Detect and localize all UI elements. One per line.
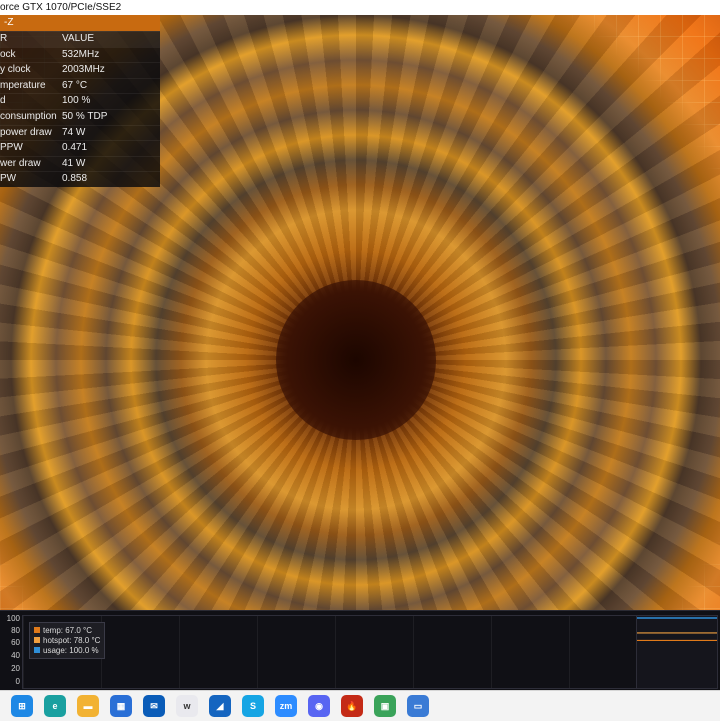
legend-item-hotspot: hotspot: 78.0 °C [34, 635, 100, 645]
legend-label: hotspot: 78.0 °C [43, 635, 101, 645]
legend-item-usage: usage: 100.0 % [34, 645, 100, 655]
overlay-row: consumption 50 % TDP [0, 108, 160, 125]
overlay-row: y clock 2003MHz [0, 62, 160, 78]
discord-icon[interactable]: ◉ [308, 695, 330, 717]
overlay-row-value: 74 W [62, 126, 86, 138]
overlay-row-label: wer draw [0, 157, 41, 169]
overlay-row-label: consumption [0, 110, 57, 122]
overlay-row: PW 0.858 [0, 171, 160, 187]
y-tick: 40 [11, 651, 20, 660]
legend-label: usage: 100.0 % [43, 645, 99, 655]
graph-lines-svg [637, 617, 717, 642]
overlay-row: d 100 % [0, 93, 160, 109]
legend-label: temp: 67.0 °C [43, 625, 92, 635]
taskbar: ⊞ e ▬ ▦ ✉ w ◢ Szm ◉ 🔥 ▣ ▭ [0, 690, 720, 721]
legend-item-temp: temp: 67.0 °C [34, 625, 100, 635]
whatsapp-web-icon[interactable]: w [176, 695, 198, 717]
y-tick: 60 [11, 638, 20, 647]
overlay-row-value: 532MHz [62, 48, 100, 60]
overlay-row-label: y clock [0, 64, 31, 76]
mail-icon[interactable]: ✉ [143, 695, 165, 717]
overlay-row: power draw 74 W [0, 124, 160, 141]
gpu-z-icon[interactable]: ▣ [374, 695, 396, 717]
zoom-icon[interactable]: zm [275, 695, 297, 717]
legend-swatch [34, 647, 40, 653]
photos-icon[interactable]: ◢ [209, 695, 231, 717]
furmark-icon[interactable]: 🔥 [341, 695, 363, 717]
overlay-row: mperature 67 °C [0, 77, 160, 94]
overlay-title: -Z [0, 15, 160, 31]
overlay-row-label: ock [0, 48, 16, 60]
store-icon[interactable]: ▦ [110, 695, 132, 717]
y-tick: 20 [11, 664, 20, 673]
window-title: orce GTX 1070/PCIe/SSE2 [0, 2, 122, 13]
gpu-z-overlay: -Z R VALUE ock 532MHz y clock 2003MHz mperat… [0, 15, 160, 187]
overlay-row-value: 0.858 [62, 173, 88, 185]
legend-swatch [34, 627, 40, 633]
overlay-row-value: 67 °C [62, 79, 88, 91]
graph-plot-area[interactable]: temp: 67.0 °C hotspot: 78.0 °C usage: 10… [22, 615, 718, 689]
overlay-header-sensor: R [0, 33, 8, 44]
monitoring-graph: 100 80 60 40 20 0 temp: 67.0 °C hotspot:… [0, 610, 720, 691]
active-window-icon[interactable]: ▭ [407, 695, 429, 717]
overlay-row-label: mperature [0, 79, 46, 91]
overlay-row-label: PW [0, 173, 17, 185]
graph-legend: temp: 67.0 °C hotspot: 78.0 °C usage: 10… [29, 622, 106, 659]
overlay-row: wer draw 41 W [0, 155, 160, 172]
edge-browser-icon[interactable]: e [44, 695, 66, 717]
overlay-header-value: VALUE [62, 33, 95, 44]
overlay-row-label: PPW [0, 142, 23, 154]
y-tick: 80 [11, 626, 20, 635]
overlay-header-row: R VALUE [0, 31, 160, 47]
windows-start-icon[interactable]: ⊞ [11, 695, 33, 717]
graph-lines-panel [636, 616, 717, 688]
skype-icon[interactable]: S [242, 695, 264, 717]
overlay-row-value: 2003MHz [62, 64, 105, 76]
graph-y-axis: 100 80 60 40 20 0 [0, 611, 22, 691]
y-tick: 100 [6, 614, 20, 623]
overlay-row: ock 532MHz [0, 46, 160, 63]
overlay-row-value: 50 % TDP [62, 110, 108, 122]
window-title-bar[interactable]: orce GTX 1070/PCIe/SSE2 [0, 0, 720, 15]
overlay-row-label: power draw [0, 126, 52, 138]
overlay-row: PPW 0.471 [0, 140, 160, 156]
overlay-row-value: 100 % [62, 95, 91, 107]
y-tick: 0 [15, 677, 20, 686]
donut-center [276, 280, 436, 440]
overlay-row-value: 41 W [62, 157, 86, 169]
overlay-row-label: d [0, 95, 6, 107]
overlay-row-value: 0.471 [62, 142, 88, 154]
legend-swatch [34, 637, 40, 643]
file-explorer-icon[interactable]: ▬ [77, 695, 99, 717]
